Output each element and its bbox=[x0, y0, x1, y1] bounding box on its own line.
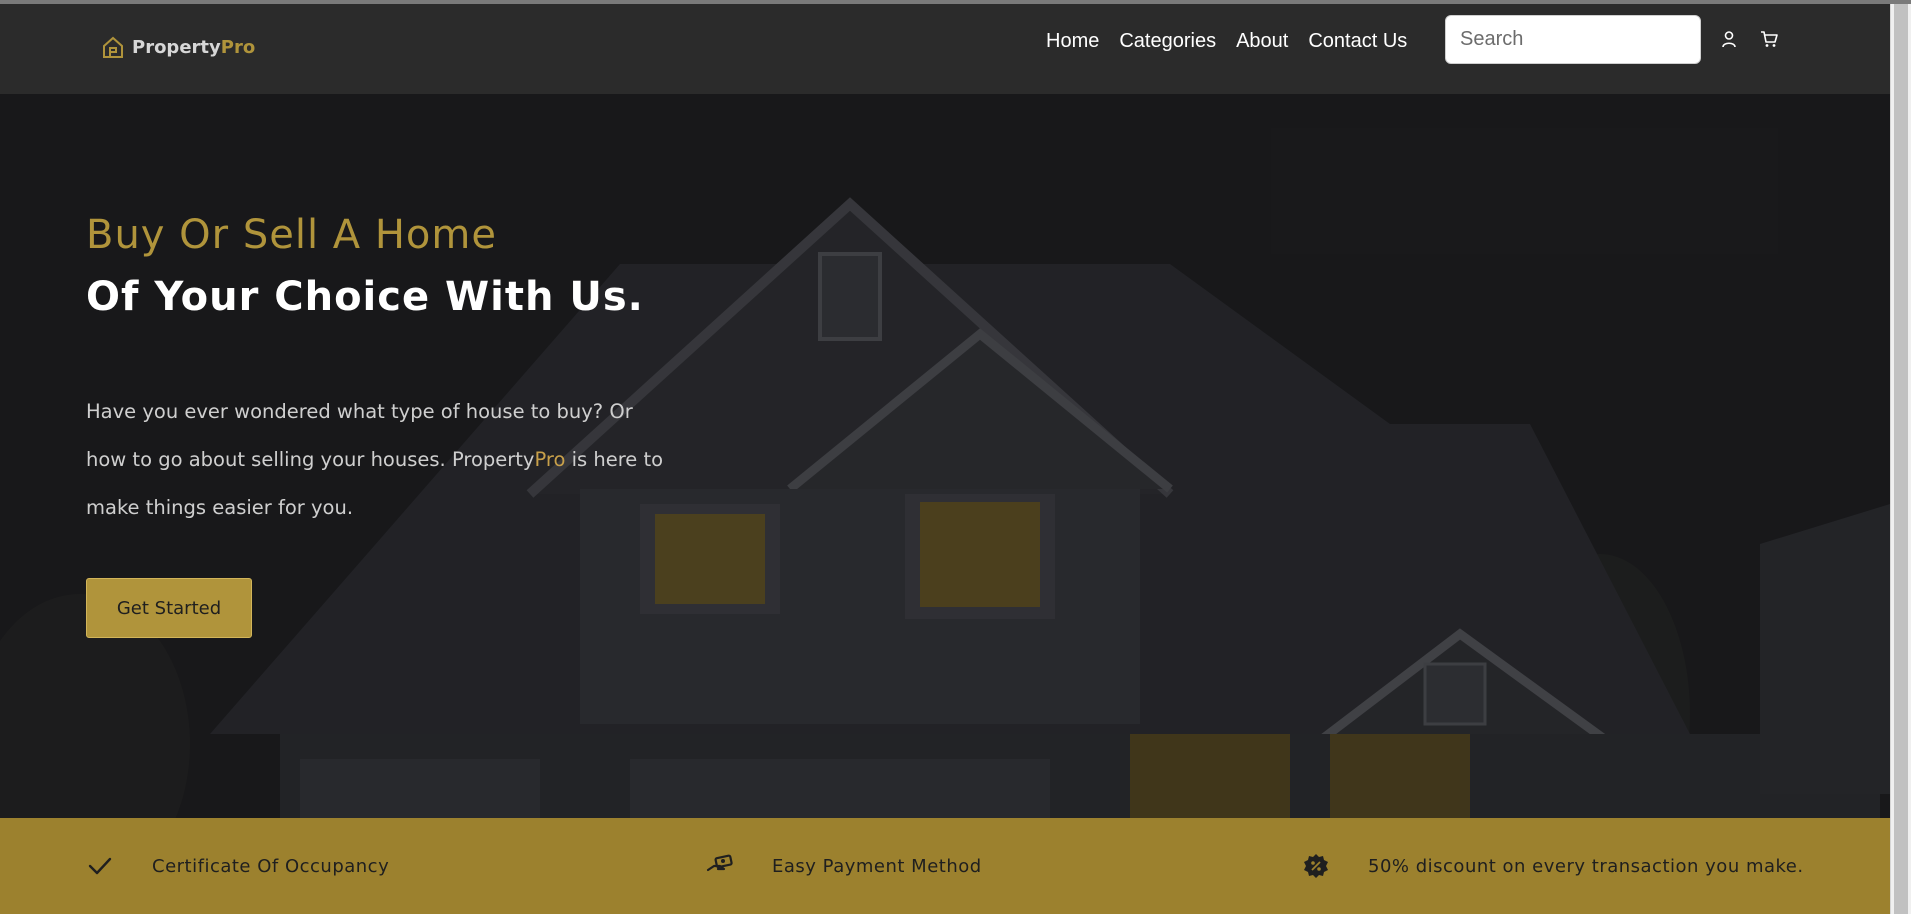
feature-discount: 50% discount on every transaction you ma… bbox=[1302, 818, 1804, 914]
nav-home[interactable]: Home bbox=[1046, 30, 1099, 53]
get-started-button[interactable]: Get Started bbox=[86, 578, 252, 638]
feature-discount-label: 50% discount on every transaction you ma… bbox=[1368, 855, 1804, 877]
hand-money-icon bbox=[706, 852, 734, 880]
navbar: Property Pro Home Categories About Contac… bbox=[0, 4, 1890, 94]
hero-headline-line-2: Of Your Choice With Us. bbox=[86, 274, 644, 320]
nav-contact-us[interactable]: Contact Us bbox=[1308, 30, 1407, 53]
cart-icon bbox=[1761, 31, 1778, 47]
main-nav: Home Categories About Contact Us bbox=[1046, 30, 1427, 53]
vertical-scrollbar[interactable] bbox=[1890, 4, 1911, 914]
logo[interactable]: Property Pro bbox=[100, 34, 255, 60]
hero-content: Buy Or Sell A Home Of Your Choice With U… bbox=[86, 204, 686, 552]
browser-window: Property Pro Home Categories About Contac… bbox=[0, 0, 1911, 914]
cart-button[interactable] bbox=[1759, 29, 1779, 49]
feature-payment-label: Easy Payment Method bbox=[772, 855, 982, 877]
discount-badge-icon bbox=[1302, 852, 1330, 880]
logo-text-property: Property bbox=[132, 36, 221, 58]
search-input[interactable] bbox=[1445, 15, 1701, 64]
hero-section: Buy Or Sell A Home Of Your Choice With U… bbox=[0, 94, 1890, 822]
hero-headline-line-1: Buy Or Sell A Home bbox=[86, 212, 497, 258]
hero-description-brand-2: Pro bbox=[534, 448, 566, 471]
house-logo-icon bbox=[103, 36, 123, 58]
user-button[interactable] bbox=[1719, 29, 1739, 49]
nav-about[interactable]: About bbox=[1236, 30, 1288, 53]
scrollbar-thumb[interactable] bbox=[1894, 4, 1908, 914]
feature-certificate-label: Certificate Of Occupancy bbox=[152, 855, 390, 877]
hero-description: Have you ever wondered what type of hous… bbox=[86, 388, 666, 532]
features-bar: Certificate Of Occupancy Easy Payment Me… bbox=[0, 818, 1890, 914]
page: Property Pro Home Categories About Contac… bbox=[0, 4, 1890, 914]
feature-certificate: Certificate Of Occupancy bbox=[86, 818, 389, 914]
user-icon bbox=[1722, 31, 1736, 48]
hero-description-brand-1: Property bbox=[451, 448, 535, 471]
nav-categories[interactable]: Categories bbox=[1119, 30, 1216, 53]
feature-payment: Easy Payment Method bbox=[706, 818, 982, 914]
logo-text-pro: Pro bbox=[220, 36, 256, 58]
check-icon bbox=[86, 852, 114, 880]
